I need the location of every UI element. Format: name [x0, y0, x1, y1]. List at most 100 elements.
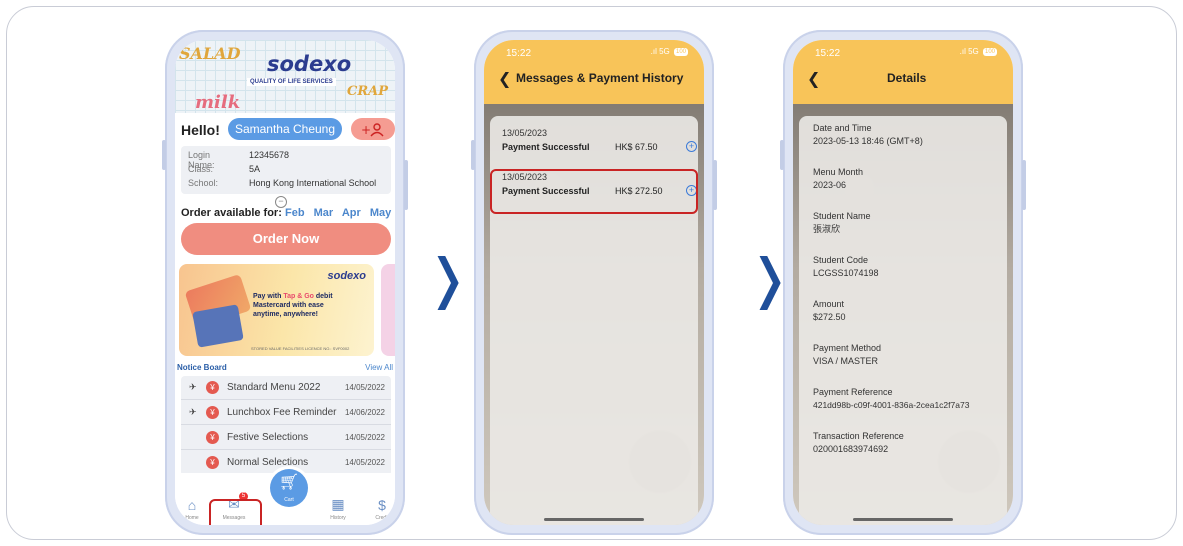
header-banner: SALAD CRAP milk sodexo QUALITY OF LIFE S… — [175, 40, 395, 113]
notice-title: Normal Selections — [227, 457, 309, 468]
promo-line1-highlight: Tap & Go — [283, 293, 314, 300]
battery-icon: 100 — [674, 47, 688, 56]
status-time: 15:22 — [815, 48, 841, 59]
list-item[interactable]: 13/05/2023 Payment Successful HK$ 67.50 … — [502, 128, 698, 158]
list-item[interactable]: ✈ ¥ Standard Menu 2022 14/05/2022 — [181, 376, 391, 400]
detail-field: Payment Reference 421dd98b-c09f-4001-836… — [813, 386, 1009, 412]
doodle-salad: SALAD — [179, 44, 241, 63]
status-indicators: .ıl 5G 100 — [651, 47, 688, 56]
info-key: School: — [188, 178, 219, 188]
detail-label: Date and Time — [813, 123, 872, 133]
greeting-row: Hello! Samantha Cheung + — [181, 118, 395, 140]
promo-line2: Mastercard with ease — [253, 302, 324, 309]
battery-icon: 100 — [983, 47, 997, 56]
notice-date: 14/05/2022 — [344, 458, 385, 467]
details-screen: 15:22 .ıl 5G 100 ❮ Details Date and Time… — [793, 40, 1013, 525]
tab-credit[interactable]: $ Credit — [367, 497, 395, 521]
detail-label: Payment Reference — [813, 387, 893, 397]
detail-field: Student Code LCGSS1074198 — [813, 254, 1009, 280]
greeting: Hello! — [181, 122, 220, 138]
promo-line3: anytime, anywhere! — [253, 311, 318, 318]
detail-label: Student Name — [813, 211, 871, 221]
order-now-button[interactable]: Order Now — [181, 223, 391, 255]
dollar-icon: $ — [378, 497, 386, 513]
user-name-pill[interactable]: Samantha Cheung — [228, 118, 342, 140]
order-available-label: Order available for: — [181, 207, 282, 219]
sodexo-tagline: QUALITY OF LIFE SERVICES — [247, 78, 336, 86]
tab-label: Home — [185, 515, 199, 521]
info-value: 12345678 — [249, 150, 290, 160]
messages-highlight-box — [209, 499, 262, 525]
detail-label: Transaction Reference — [813, 431, 904, 441]
phone-home: SALAD CRAP milk sodexo QUALITY OF LIFE S… — [162, 30, 408, 535]
detail-label: Payment Method — [813, 343, 882, 353]
order-months[interactable]: Feb Mar Apr May — [285, 207, 391, 219]
detail-field: Amount $272.50 — [813, 298, 1009, 324]
cart-button[interactable]: 🛒︎ Cart — [270, 469, 308, 507]
add-user-button[interactable]: + — [351, 118, 395, 140]
detail-value: 2023-05-13 18:46 (GMT+8) — [813, 136, 923, 146]
tab-label: Credit — [375, 515, 389, 521]
payment-amount: HK$ 67.50 — [615, 142, 658, 152]
doodle-milk: milk — [195, 92, 241, 113]
detail-value: VISA / MASTER — [813, 356, 879, 366]
phone-image — [192, 304, 244, 348]
list-item[interactable]: ✈ ¥ Lunchbox Fee Reminder 14/06/2022 — [181, 401, 391, 425]
notice-date: 14/05/2022 — [344, 433, 385, 442]
status-bar: 15:22 .ıl 5G 100 ❮ Details — [793, 40, 1013, 104]
detail-value: 421dd98b-c09f-4001-836a-2cea1c2f7a73 — [813, 400, 970, 410]
notice-list: ✈ ¥ Standard Menu 2022 14/05/2022 ✈ ¥ Lu… — [181, 376, 391, 476]
svg-text:+: + — [361, 123, 371, 137]
bottom-tab-bar: ⌂ Home ✉ 5 Messages 🛒︎ Cart ▦ History $ C… — [175, 469, 395, 525]
calendar-icon: ▦ — [331, 496, 345, 512]
promo-banner[interactable]: sodexo Pay with Tap & Go debit Mastercar… — [179, 264, 374, 356]
tab-home[interactable]: ⌂ Home — [177, 497, 207, 521]
info-value: Hong Kong International School — [249, 178, 377, 188]
notice-date: 14/06/2022 — [344, 408, 385, 417]
promo-line1b: debit — [313, 293, 333, 300]
home-indicator — [544, 518, 644, 521]
add-user-icon: + — [361, 123, 384, 137]
info-value: 5A — [249, 164, 261, 174]
arrow-right-icon: ❭ — [425, 247, 471, 310]
sodexo-logo: sodexo — [267, 52, 352, 76]
network-label: 5G — [968, 47, 979, 56]
payment-status: Payment Successful — [502, 142, 590, 152]
status-time: 15:22 — [506, 48, 532, 59]
notice-title: Lunchbox Fee Reminder — [227, 407, 337, 418]
tab-label: History — [330, 515, 346, 521]
menu-icon: ¥ — [206, 381, 219, 394]
menu-icon: ¥ — [206, 456, 219, 469]
info-key: Class: — [188, 164, 214, 174]
detail-value: LCGSS1074198 — [813, 268, 879, 278]
signal-icon: .ıl — [650, 47, 660, 56]
detail-value: $272.50 — [813, 312, 846, 322]
list-item[interactable]: ¥ Festive Selections 14/05/2022 — [181, 426, 391, 450]
detail-field: Menu Month 2023-06 — [813, 166, 1009, 192]
home-icon: ⌂ — [187, 497, 197, 513]
view-all-link[interactable]: View All — [365, 363, 393, 372]
detail-field: Payment Method VISA / MASTER — [813, 342, 1009, 368]
notice-date: 14/05/2022 — [344, 383, 385, 392]
phone-details: 15:22 .ıl 5G 100 ❮ Details Date and Time… — [780, 30, 1026, 535]
notice-title: Standard Menu 2022 — [227, 382, 321, 393]
detail-field: Student Name 張淑欣 — [813, 210, 1009, 236]
next-promo-peek[interactable] — [381, 264, 395, 356]
home-screen: SALAD CRAP milk sodexo QUALITY OF LIFE S… — [175, 40, 395, 525]
promo-line1a: Pay with — [253, 293, 284, 300]
doodle-crap: CRAP — [347, 84, 389, 99]
detail-value: 張淑欣 — [813, 224, 841, 234]
promo-text: Pay with Tap & Go debit Mastercard with … — [253, 292, 363, 319]
notice-board-title: Notice Board — [177, 363, 227, 372]
expand-icon[interactable]: + — [686, 141, 697, 152]
promo-logo: sodexo — [327, 270, 366, 282]
back-button[interactable]: ❮ — [807, 69, 820, 89]
tab-label: Cart — [284, 497, 294, 503]
status-indicators: .ıl 5G 100 — [960, 47, 997, 56]
back-button[interactable]: ❮ — [498, 69, 511, 89]
page-title: Messages & Payment History — [516, 71, 684, 85]
tab-history[interactable]: ▦ History — [323, 496, 353, 521]
detail-label: Menu Month — [813, 167, 864, 177]
detail-value: 020001683974692 — [813, 444, 889, 454]
student-info-card: Login Name: 12345678 Class: 5A School: H… — [181, 146, 391, 194]
